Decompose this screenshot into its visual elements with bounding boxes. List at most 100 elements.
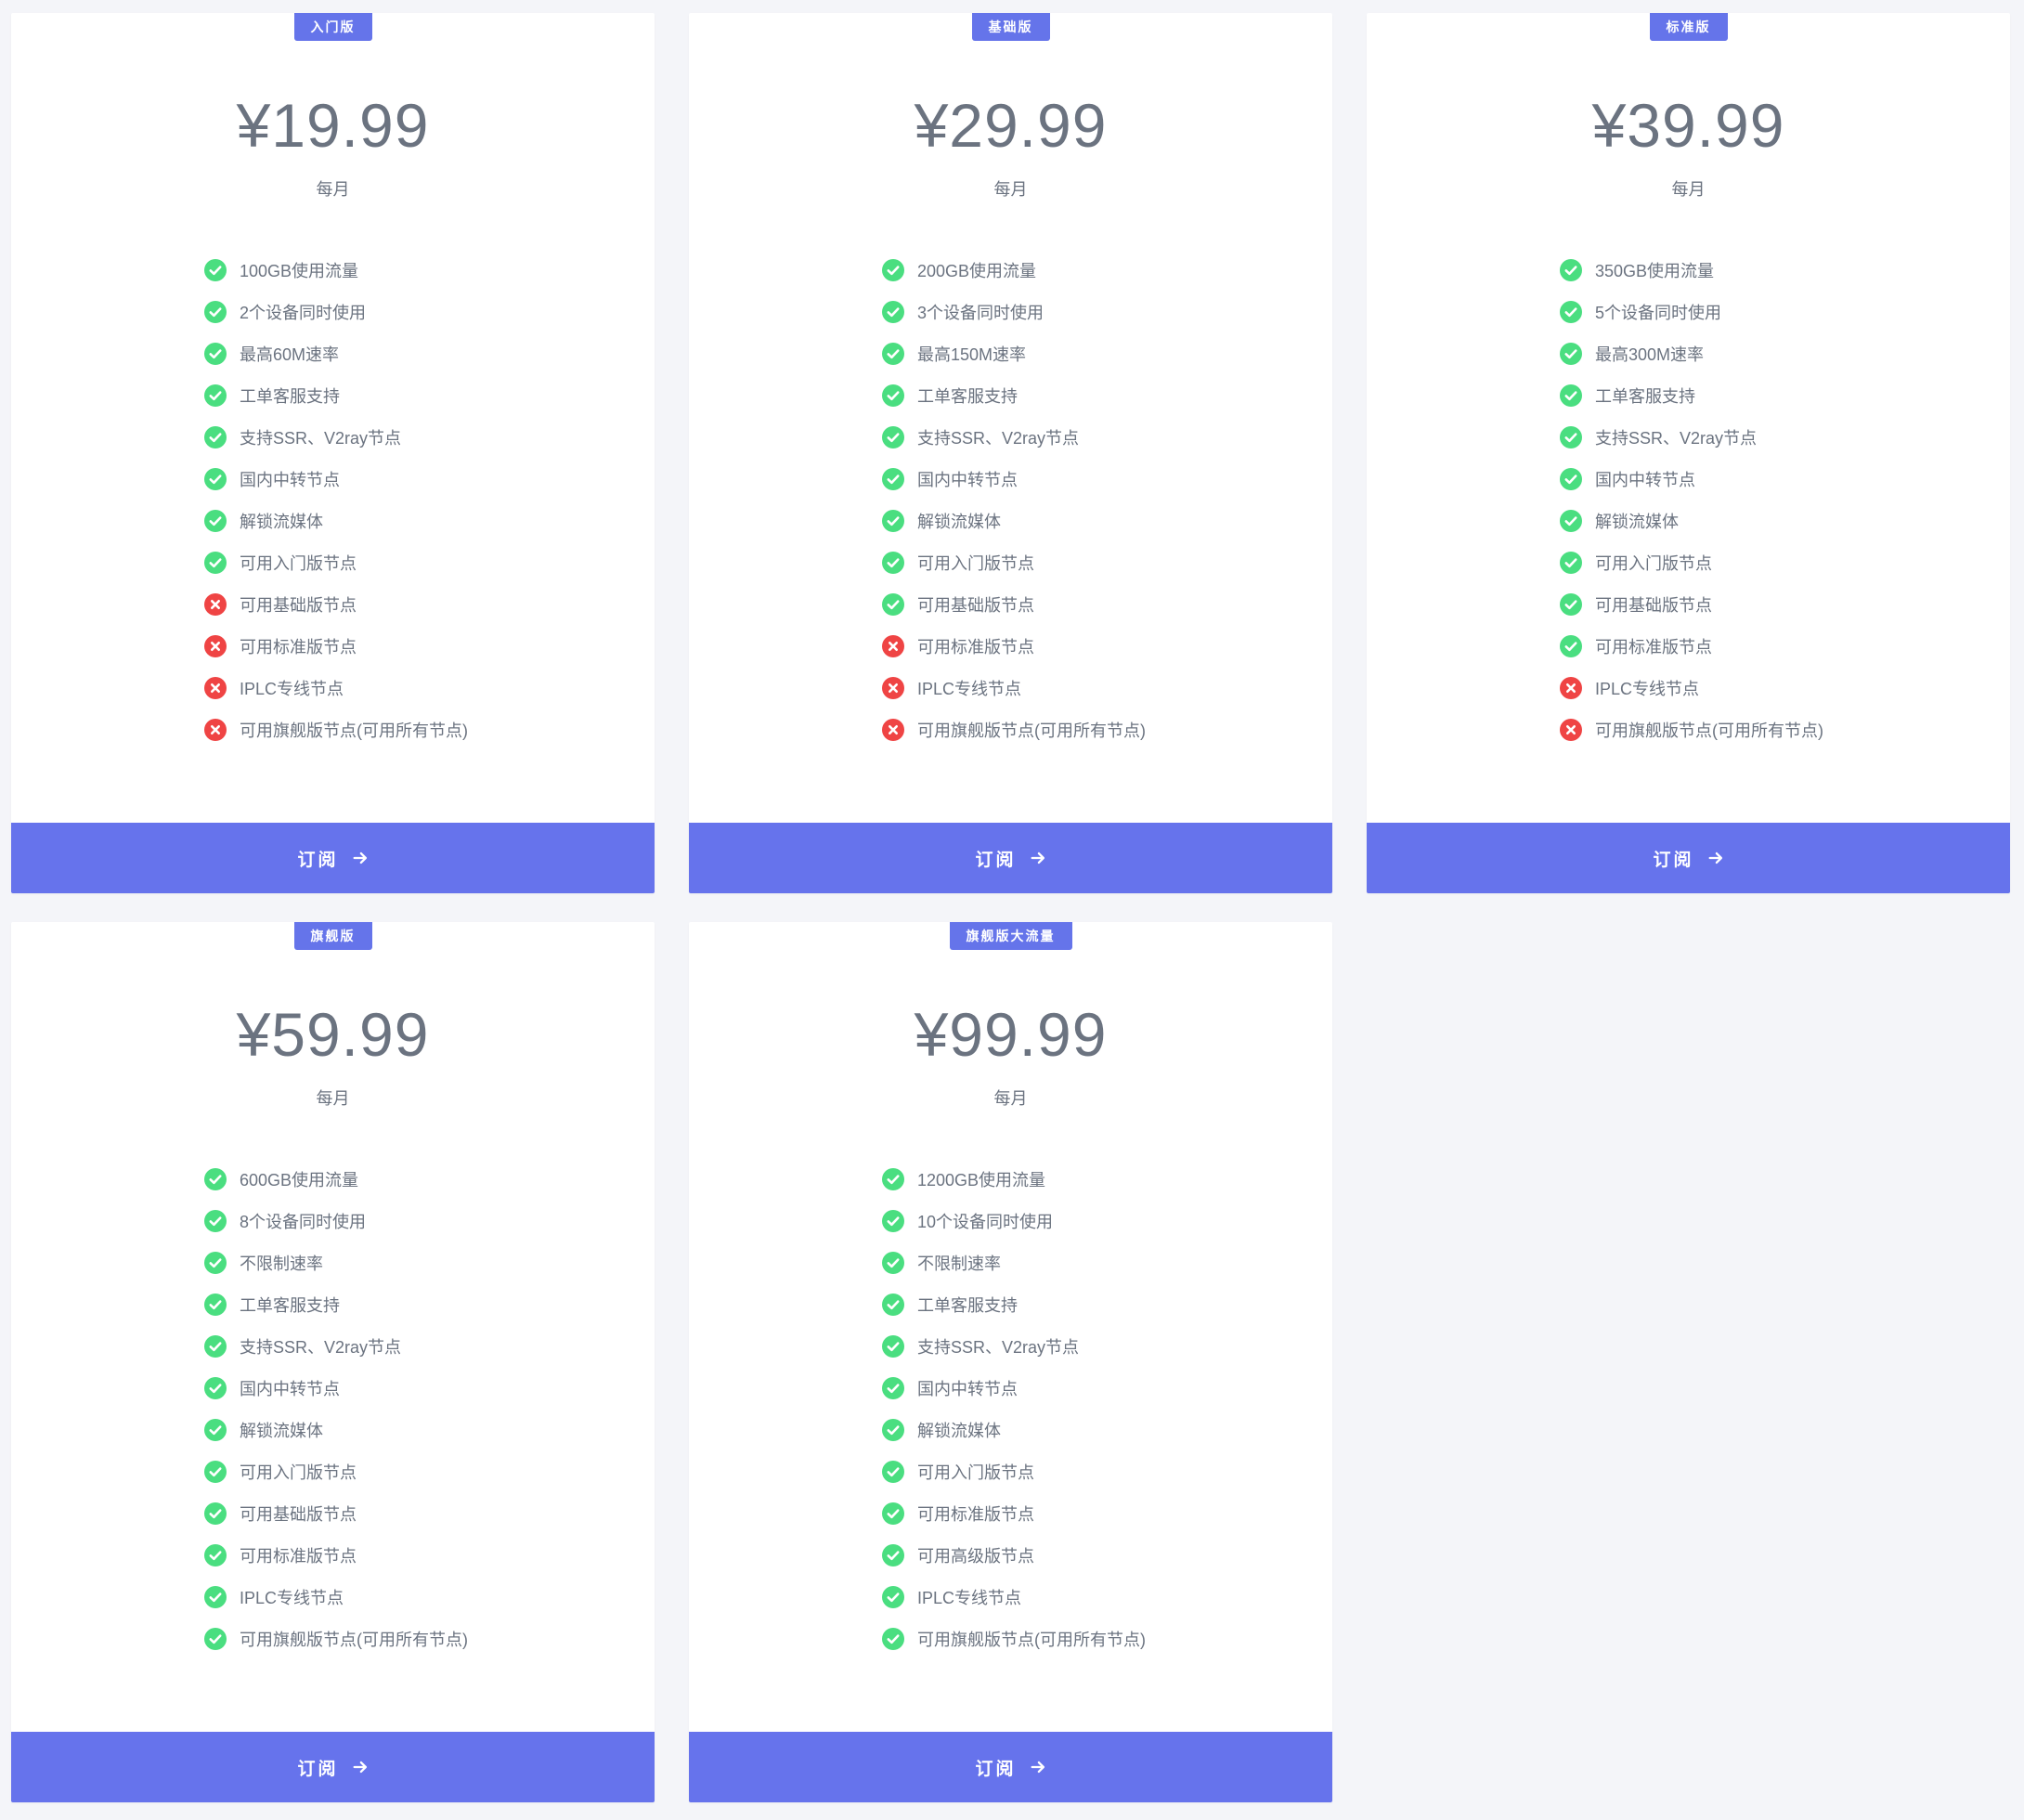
cross-circle-icon xyxy=(1560,718,1582,741)
feature-text: 3个设备同时使用 xyxy=(917,303,1044,322)
plan-card: 基础版 ¥29.99 每月 200GB使用流量 3个设备同时使用 最高150M速… xyxy=(689,13,1332,893)
feature-item: 工单客服支持 xyxy=(882,374,1146,416)
feature-text: IPLC专线节点 xyxy=(240,679,344,698)
feature-text: 600GB使用流量 xyxy=(240,1170,359,1190)
check-circle-icon xyxy=(1560,342,1582,365)
feature-text: 支持SSR、V2ray节点 xyxy=(240,1337,402,1357)
check-circle-icon xyxy=(882,1502,904,1525)
feature-item: 100GB使用流量 xyxy=(204,249,468,291)
check-circle-icon xyxy=(204,509,227,532)
check-circle-icon xyxy=(882,1627,904,1650)
feature-item: 2个设备同时使用 xyxy=(204,291,468,332)
feature-item: 350GB使用流量 xyxy=(1560,249,1823,291)
check-circle-icon xyxy=(1560,592,1582,616)
feature-item: 可用标准版节点 xyxy=(882,1492,1146,1534)
subscribe-button-label: 订阅 xyxy=(1653,850,1694,870)
check-circle-icon xyxy=(882,1167,904,1190)
feature-text: 可用高级版节点 xyxy=(917,1546,1034,1566)
subscribe-button[interactable]: 订阅 xyxy=(1367,823,2010,893)
check-circle-icon xyxy=(882,300,904,323)
check-circle-icon xyxy=(882,425,904,448)
check-circle-icon xyxy=(204,1502,227,1525)
feature-item: 可用标准版节点 xyxy=(204,1534,468,1576)
feature-item: 可用基础版节点 xyxy=(1560,583,1823,625)
feature-text: 最高150M速率 xyxy=(917,344,1027,364)
cross-circle-icon xyxy=(882,718,904,741)
plan-period: 每月 xyxy=(993,180,1028,199)
feature-text: 可用旗舰版节点(可用所有节点) xyxy=(917,721,1146,740)
feature-item: 1200GB使用流量 xyxy=(882,1158,1146,1200)
feature-item: 国内中转节点 xyxy=(1560,458,1823,500)
check-circle-icon xyxy=(882,1334,904,1358)
check-circle-icon xyxy=(204,1209,227,1232)
feature-item: IPLC专线节点 xyxy=(882,1576,1146,1618)
check-circle-icon xyxy=(204,551,227,574)
feature-item: 解锁流媒体 xyxy=(882,500,1146,541)
feature-text: 可用标准版节点 xyxy=(1595,637,1712,656)
check-circle-icon xyxy=(1560,258,1582,281)
feature-text: 可用基础版节点 xyxy=(240,595,357,615)
feature-item: 国内中转节点 xyxy=(204,1367,468,1409)
cross-circle-icon xyxy=(882,676,904,699)
feature-text: 1200GB使用流量 xyxy=(917,1170,1046,1190)
cross-circle-icon xyxy=(1560,676,1582,699)
feature-item: 可用入门版节点 xyxy=(204,1450,468,1492)
feature-text: 工单客服支持 xyxy=(917,1295,1018,1315)
feature-item: 解锁流媒体 xyxy=(204,1409,468,1450)
check-circle-icon xyxy=(882,258,904,281)
feature-item: 不限制速率 xyxy=(204,1242,468,1283)
feature-item: 3个设备同时使用 xyxy=(882,291,1146,332)
check-circle-icon xyxy=(882,1293,904,1316)
feature-text: 国内中转节点 xyxy=(240,1379,340,1398)
check-circle-icon xyxy=(882,342,904,365)
feature-item: 工单客服支持 xyxy=(1560,374,1823,416)
feature-item: 可用旗舰版节点(可用所有节点) xyxy=(204,1618,468,1659)
feature-item: 8个设备同时使用 xyxy=(204,1200,468,1242)
check-circle-icon xyxy=(882,592,904,616)
feature-item: 可用入门版节点 xyxy=(204,541,468,583)
feature-item: 可用基础版节点 xyxy=(204,1492,468,1534)
feature-text: 解锁流媒体 xyxy=(240,1421,323,1440)
plan-period: 每月 xyxy=(993,1089,1028,1108)
subscribe-button-label: 订阅 xyxy=(297,1759,339,1779)
feature-text: IPLC专线节点 xyxy=(917,1588,1022,1607)
subscribe-button[interactable]: 订阅 xyxy=(689,823,1332,893)
check-circle-icon xyxy=(204,384,227,407)
check-circle-icon xyxy=(1560,384,1582,407)
feature-item: 可用旗舰版节点(可用所有节点) xyxy=(882,708,1146,750)
feature-text: 可用标准版节点 xyxy=(917,637,1034,656)
check-circle-icon xyxy=(204,1251,227,1274)
feature-item: IPLC专线节点 xyxy=(882,667,1146,708)
feature-item: 可用入门版节点 xyxy=(882,541,1146,583)
check-circle-icon xyxy=(1560,300,1582,323)
feature-item: IPLC专线节点 xyxy=(204,667,468,708)
feature-text: IPLC专线节点 xyxy=(240,1588,344,1607)
feature-item: 支持SSR、V2ray节点 xyxy=(882,416,1146,458)
plan-card: 旗舰版大流量 ¥99.99 每月 1200GB使用流量 10个设备同时使用 不限… xyxy=(689,922,1332,1802)
subscribe-button[interactable]: 订阅 xyxy=(689,1732,1332,1802)
feature-text: 国内中转节点 xyxy=(240,470,340,489)
arrow-right-icon xyxy=(1031,852,1044,864)
subscribe-button-label: 订阅 xyxy=(975,1759,1017,1779)
subscribe-button[interactable]: 订阅 xyxy=(11,1732,655,1802)
check-circle-icon xyxy=(204,425,227,448)
check-circle-icon xyxy=(204,342,227,365)
feature-text: 支持SSR、V2ray节点 xyxy=(917,1337,1080,1357)
feature-item: IPLC专线节点 xyxy=(1560,667,1823,708)
plan-badge: 旗舰版大流量 xyxy=(949,922,1072,950)
subscribe-button[interactable]: 订阅 xyxy=(11,823,655,893)
plan-price: ¥59.99 xyxy=(236,1000,430,1069)
feature-text: 可用基础版节点 xyxy=(917,595,1034,615)
check-circle-icon xyxy=(204,1627,227,1650)
pricing-plans-grid: 入门版 ¥19.99 每月 100GB使用流量 2个设备同时使用 最高60M速率… xyxy=(11,13,2010,1802)
feature-text: 10个设备同时使用 xyxy=(917,1212,1054,1231)
check-circle-icon xyxy=(204,1460,227,1483)
feature-text: 可用旗舰版节点(可用所有节点) xyxy=(1595,721,1823,740)
feature-text: 支持SSR、V2ray节点 xyxy=(917,428,1080,448)
feature-text: 工单客服支持 xyxy=(1595,386,1695,406)
feature-item: 可用旗舰版节点(可用所有节点) xyxy=(882,1618,1146,1659)
feature-text: 支持SSR、V2ray节点 xyxy=(240,428,402,448)
plan-badge: 标准版 xyxy=(1649,13,1728,41)
plan-badge: 旗舰版 xyxy=(293,922,372,950)
feature-text: 最高60M速率 xyxy=(240,344,340,364)
